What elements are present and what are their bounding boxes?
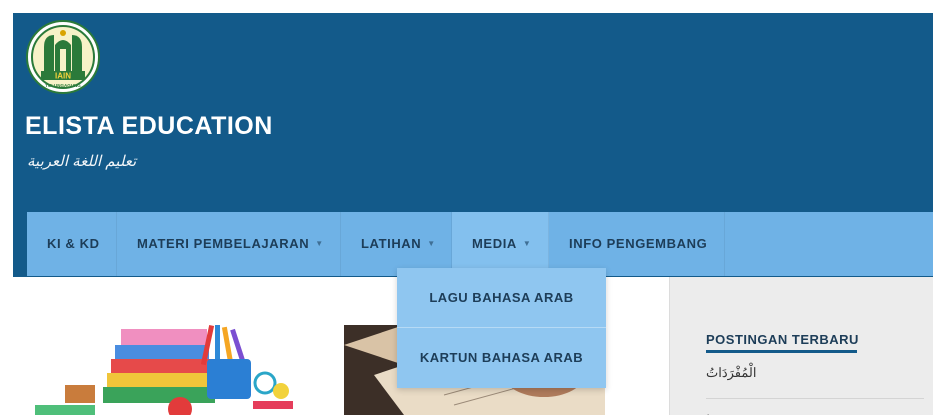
nav-item-latihan[interactable]: LATIHAN ▼ xyxy=(341,212,452,276)
chevron-down-icon: ▼ xyxy=(427,239,436,248)
media-dropdown-menu: LAGU BAHASA ARAB KARTUN BAHASA ARAB xyxy=(397,268,606,388)
divider xyxy=(706,398,924,399)
nav-item-info-pengembang[interactable]: INFO PENGEMBANG xyxy=(549,212,725,276)
chevron-down-icon: ▼ xyxy=(315,239,324,248)
post-thumbnail-school-supplies[interactable] xyxy=(25,325,313,415)
nav-item-label: MEDIA xyxy=(472,236,517,251)
recent-post-link[interactable]: · xyxy=(706,407,710,415)
nav-item-ki-kd[interactable]: KI & KD xyxy=(27,212,117,276)
logo-subtext: TULUNGAGUNG xyxy=(45,83,81,88)
widget-title-recent-posts: POSTINGAN TERBARU xyxy=(706,332,859,347)
menu-item-kartun-bahasa-arab[interactable]: KARTUN BAHASA ARAB xyxy=(397,328,606,388)
menu-item-lagu-bahasa-arab[interactable]: LAGU BAHASA ARAB xyxy=(397,268,606,328)
site-title[interactable]: ELISTA EDUCATION xyxy=(25,112,273,141)
nav-item-media[interactable]: MEDIA ▼ xyxy=(452,212,549,276)
sidebar: POSTINGAN TERBARU الْمُفْرَدَاتُ · xyxy=(669,277,933,415)
nav-item-materi-pembelajaran[interactable]: MATERI PEMBELAJARAN ▼ xyxy=(117,212,341,276)
school-supplies-image xyxy=(25,325,313,415)
main-navbar: KI & KD MATERI PEMBELAJARAN ▼ LATIHAN ▼ ME… xyxy=(27,212,933,276)
nav-item-label: MATERI PEMBELAJARAN xyxy=(137,236,310,251)
nav-item-label: KI & KD xyxy=(47,236,100,251)
recent-post-link[interactable]: الْمُفْرَدَاتُ xyxy=(706,365,756,381)
chevron-down-icon: ▼ xyxy=(522,239,532,248)
site-tagline: تعليم اللغة العربية xyxy=(27,153,137,170)
logo-text: IAIN xyxy=(55,72,71,81)
top-strip xyxy=(0,0,933,13)
site-logo[interactable]: IAIN TULUNGAGUNG xyxy=(26,19,100,96)
nav-item-label: LATIHAN xyxy=(361,236,422,251)
nav-item-label: INFO PENGEMBANG xyxy=(569,236,708,251)
widget-title-underline xyxy=(706,350,857,353)
